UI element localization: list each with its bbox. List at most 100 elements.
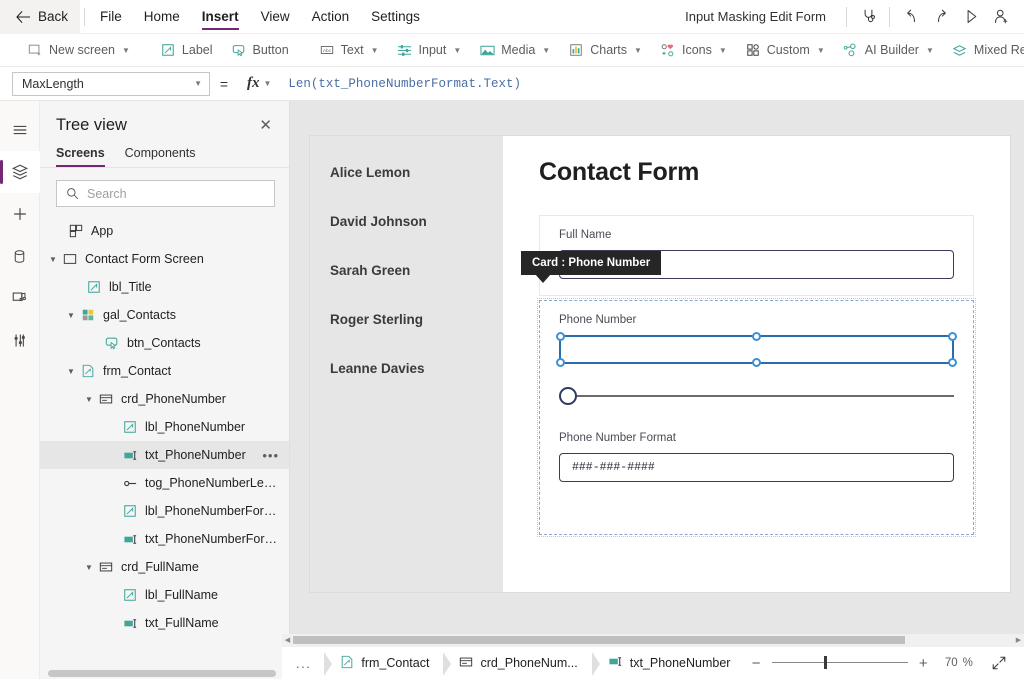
form-icon	[340, 655, 354, 672]
breadcrumb-frm-contact[interactable]: frm_Contact	[324, 647, 443, 679]
menu-item-file[interactable]: File	[89, 0, 133, 34]
tree-node-label: txt_FullName	[145, 616, 219, 630]
property-selector[interactable]: MaxLength ▼	[12, 72, 210, 96]
preview-icon[interactable]	[956, 2, 986, 32]
canvas-horizontal-scrollbar[interactable]: ◀ ▶	[282, 634, 1024, 646]
ribbon-custom-btn[interactable]: Custom ▼	[736, 37, 834, 64]
back-button[interactable]: Back	[0, 0, 80, 34]
ribbon-button-btn[interactable]: Button	[222, 37, 298, 64]
ribbon-charts-btn[interactable]: Charts ▼	[559, 37, 651, 64]
tree-caret[interactable]: ▼	[46, 255, 60, 264]
tree-node-txt-fullname[interactable]: txt_FullName	[40, 609, 289, 637]
tree-node-gal-contacts[interactable]: ▼ gal_Contacts	[40, 301, 289, 329]
ribbon-label-btn[interactable]: Label	[151, 37, 222, 64]
gallery-item[interactable]: Leanne Davies	[310, 344, 503, 393]
property-name: MaxLength	[22, 77, 84, 91]
tree-node-crd-phonenumber[interactable]: ▼ crd_PhoneNumber	[40, 385, 289, 413]
ribbon-media-btn[interactable]: Media ▼	[470, 37, 559, 64]
tree-node-tog-phonenumberlength[interactable]: tog_PhoneNumberLength	[40, 469, 289, 497]
tree-node-lbl-phonenumberformat[interactable]: lbl_PhoneNumberFormat	[40, 497, 289, 525]
resize-handle-top-center[interactable]	[752, 332, 761, 341]
txt-phonenumberformat[interactable]: ###-###-####	[559, 453, 954, 482]
tree-node-lbl-fullname[interactable]: lbl_FullName	[40, 581, 289, 609]
zoom-out-button[interactable]: −	[744, 651, 767, 675]
media-icon	[479, 42, 495, 58]
resize-handle-top-left[interactable]	[556, 332, 565, 341]
tab-components[interactable]: Components	[125, 146, 196, 167]
menu-item-insert[interactable]: Insert	[191, 0, 250, 34]
zoom-slider-thumb[interactable]	[824, 656, 827, 669]
undo-icon[interactable]	[896, 2, 926, 32]
gal-contacts[interactable]: Alice Lemon David Johnson Sarah Green Ro…	[310, 136, 503, 592]
ribbon-ai-builder-btn[interactable]: AI Builder ▼	[834, 37, 943, 64]
search-input[interactable]	[87, 187, 265, 201]
menu-item-home[interactable]: Home	[133, 0, 191, 34]
tree-view-icon[interactable]	[0, 151, 40, 193]
app-checker-icon[interactable]	[853, 2, 883, 32]
tree-node-lbl-title[interactable]: lbl_Title	[40, 273, 289, 301]
ribbon-icons-btn[interactable]: Icons ▼	[651, 37, 736, 64]
tog-phonenumberlength[interactable]	[559, 386, 954, 406]
tab-screens[interactable]: Screens	[56, 146, 105, 167]
menu-item-view[interactable]: View	[250, 0, 301, 34]
tree-caret[interactable]: ▼	[64, 311, 78, 320]
resize-handle-top-right[interactable]	[948, 332, 957, 341]
menu-item-action[interactable]: Action	[301, 0, 361, 34]
insert-icon[interactable]	[0, 193, 40, 235]
scroll-thumb[interactable]	[293, 636, 905, 644]
resize-handle-bottom-left[interactable]	[556, 358, 565, 367]
txt-phonenumber[interactable]	[559, 335, 954, 364]
zoom-unit: %	[963, 657, 973, 669]
tree-node-txt-phonenumberformat[interactable]: txt_PhoneNumberFormat	[40, 525, 289, 553]
tree-node-lbl-phonenumber[interactable]: lbl_PhoneNumber	[40, 413, 289, 441]
data-icon[interactable]	[0, 235, 40, 277]
crd-phonenumber[interactable]: Phone Number Phone Number F	[539, 300, 974, 535]
ribbon-label: Label	[182, 43, 213, 57]
tree-search-box[interactable]	[56, 180, 275, 207]
fit-screen-icon[interactable]	[985, 650, 1014, 676]
ribbon-new-screen[interactable]: New screen ▼	[18, 37, 139, 64]
breadcrumb-overflow[interactable]: ...	[282, 656, 324, 671]
close-icon[interactable]: ✕	[256, 115, 275, 136]
media-library-icon[interactable]	[0, 277, 40, 319]
menu-item-settings[interactable]: Settings	[360, 0, 431, 34]
tree-caret[interactable]: ▼	[64, 367, 78, 376]
resize-handle-bottom-center[interactable]	[752, 358, 761, 367]
gallery-item[interactable]: Alice Lemon	[310, 148, 503, 197]
zoom-in-button[interactable]: +	[912, 651, 935, 675]
tree-horizontal-scrollbar[interactable]	[48, 670, 276, 677]
tree-node-crd-fullname[interactable]: ▼ crd_FullName	[40, 553, 289, 581]
chevron-down-icon: ▼	[264, 79, 272, 88]
gallery-item[interactable]: David Johnson	[310, 197, 503, 246]
mixed-reality-icon	[952, 42, 968, 58]
breadcrumb-crd-phonenumber[interactable]: crd_PhoneNum...	[443, 647, 591, 679]
tree-node-label: Contact Form Screen	[85, 252, 204, 266]
tree-caret[interactable]: ▼	[82, 395, 96, 404]
redo-icon[interactable]	[926, 2, 956, 32]
share-icon[interactable]	[986, 2, 1016, 32]
gallery-item[interactable]: Sarah Green	[310, 246, 503, 295]
formula-input[interactable]	[280, 71, 1024, 97]
fx-button[interactable]: fx ▼	[238, 72, 280, 96]
toggle-knob[interactable]	[559, 387, 577, 405]
hamburger-icon[interactable]	[0, 109, 40, 151]
scroll-left-icon[interactable]: ◀	[282, 636, 293, 644]
node-more-icon[interactable]: •••	[262, 448, 279, 463]
zoom-slider[interactable]	[772, 653, 908, 673]
tree-node-frm-contact[interactable]: ▼ frm_Contact	[40, 357, 289, 385]
ribbon-mixed-reality-btn[interactable]: Mixed Reality ▼	[943, 37, 1024, 64]
tree-node-btn-contacts[interactable]: btn_Contacts	[40, 329, 289, 357]
ribbon-input-btn[interactable]: Input ▼	[388, 37, 471, 64]
tree-caret[interactable]: ▼	[82, 563, 96, 572]
resize-handle-bottom-right[interactable]	[948, 358, 957, 367]
back-arrow-icon	[16, 10, 31, 24]
ribbon-text-btn[interactable]: Abc Text ▼	[310, 37, 388, 64]
scroll-right-icon[interactable]: ▶	[1013, 636, 1024, 644]
tree-node-contact-form-screen[interactable]: ▼ Contact Form Screen	[40, 245, 289, 273]
advanced-tools-icon[interactable]	[0, 319, 40, 361]
breadcrumb-txt-phonenumber[interactable]: txt_PhoneNumber	[592, 647, 745, 679]
tree-node-app[interactable]: App	[40, 217, 289, 245]
tree-node-txt-phonenumber[interactable]: txt_PhoneNumber •••	[40, 441, 289, 469]
tree-node-label: lbl_PhoneNumberFormat	[145, 504, 281, 518]
gallery-item[interactable]: Roger Sterling	[310, 295, 503, 344]
